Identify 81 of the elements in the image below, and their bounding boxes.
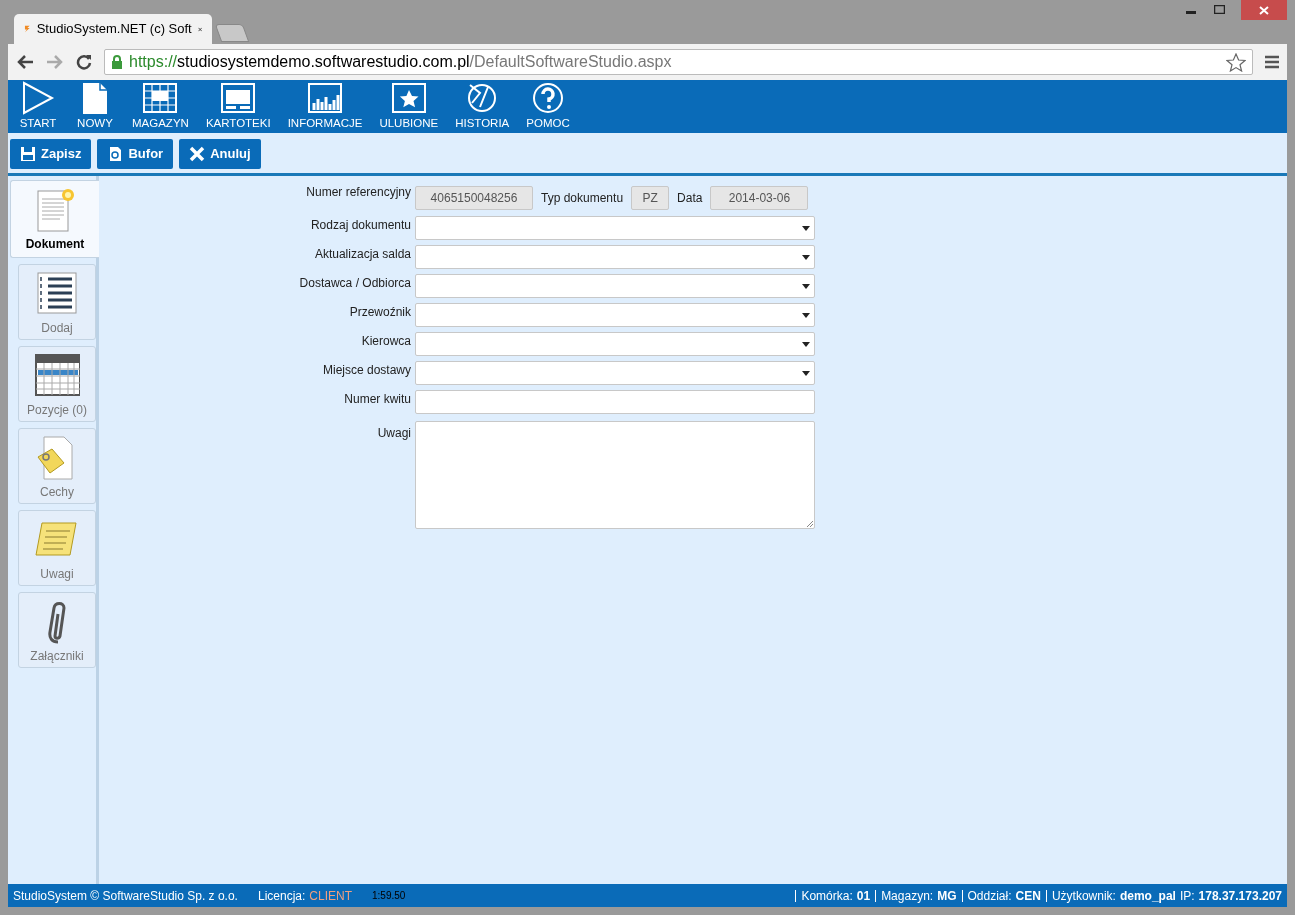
- readonly-field: PZ: [631, 186, 670, 210]
- field-label: Dostawca / Odbiorca: [298, 275, 412, 292]
- toolbar-button[interactable]: Bufor: [97, 138, 174, 169]
- status-label: Użytkownik:: [1051, 887, 1116, 905]
- resize-handle-icon[interactable]: [806, 520, 814, 528]
- dropdown-field[interactable]: [415, 216, 815, 240]
- caret-icon: [802, 283, 810, 289]
- copyright-text: StudioSystem © SoftwareStudio Sp. z o.o.: [13, 887, 238, 905]
- field-label: Data: [676, 190, 704, 207]
- paperclip-icon: [47, 599, 67, 645]
- dropdown-field[interactable]: [415, 303, 815, 327]
- field-label: Kierowca: [360, 333, 412, 350]
- calendar-grid-icon: [34, 353, 80, 399]
- status-value: 178.37.173.207: [1198, 887, 1282, 905]
- readonly-field: 2014-03-06: [710, 186, 809, 210]
- toolbar-button[interactable]: Anuluj: [179, 138, 261, 169]
- dropdown-field[interactable]: [415, 274, 815, 298]
- license-label: Licencja:: [257, 887, 306, 905]
- address-bar[interactable]: https://studiosystemdemo.softwarestudio.com.pl/DefaultSoftwareStudio.aspx: [104, 49, 1253, 75]
- sidebar-tab[interactable]: Dokument: [10, 180, 99, 258]
- readonly-field: 4065150048256: [415, 186, 533, 210]
- input-field[interactable]: [415, 390, 815, 414]
- status-value: CEN: [1015, 887, 1041, 905]
- status-value: 01: [856, 887, 871, 905]
- nav-button[interactable]: KARTOTEKI: [205, 81, 271, 130]
- nav-button[interactable]: NOWY: [75, 81, 115, 130]
- textarea-field[interactable]: [415, 421, 815, 529]
- caret-icon: [802, 370, 810, 376]
- status-label: Komórka:: [801, 887, 853, 905]
- numbered-list-icon: [34, 271, 80, 317]
- caret-icon: [802, 341, 810, 347]
- dropdown-field[interactable]: [415, 361, 815, 385]
- status-value: demo_pal: [1119, 887, 1176, 905]
- field-label: Typ dokumentu: [540, 190, 625, 207]
- sidebar-tab[interactable]: Załączniki: [18, 592, 96, 668]
- status-label: IP:: [1179, 887, 1195, 905]
- bar-chart-icon: [305, 81, 345, 115]
- document-icon: [107, 145, 124, 162]
- status-label: Oddział:: [967, 887, 1012, 905]
- field-label: Numer referencyjny: [305, 184, 412, 201]
- caret-icon: [802, 312, 810, 318]
- caret-icon: [802, 225, 810, 231]
- nav-button[interactable]: MAGAZYN: [132, 81, 189, 130]
- license-value: CLIENT: [309, 887, 352, 905]
- sidebar-tab[interactable]: Cechy: [18, 428, 96, 504]
- field-label: Przewoźnik: [348, 304, 412, 321]
- nav-button[interactable]: ULUBIONE: [379, 81, 439, 130]
- caret-icon: [802, 254, 810, 260]
- field-label: Uwagi: [376, 425, 412, 442]
- nav-button[interactable]: HISTORIA: [455, 81, 510, 130]
- back-icon[interactable]: [16, 54, 34, 70]
- field-label: Aktualizacja salda: [313, 246, 412, 263]
- dropdown-field[interactable]: [415, 332, 815, 356]
- session-timer: 1:59.50: [372, 889, 406, 903]
- lock-icon: [111, 55, 123, 69]
- sidebar-tab[interactable]: Dodaj: [18, 264, 96, 340]
- reload-icon[interactable]: [76, 54, 92, 70]
- toolbar-button[interactable]: Zapisz: [10, 138, 92, 169]
- new-tab-button[interactable]: [214, 24, 250, 42]
- nav-button[interactable]: START: [18, 81, 58, 130]
- save-icon: [20, 145, 36, 162]
- field-label: Numer kwitu: [343, 391, 412, 408]
- status-value: MG: [937, 887, 957, 905]
- close-icon: [189, 145, 206, 162]
- sidebar-tab[interactable]: Pozycje (0): [18, 346, 96, 422]
- dropdown-field[interactable]: [415, 245, 815, 269]
- browser-tab[interactable]: StudioSystem.NET (c) Soft: [14, 14, 212, 44]
- close-icon: [1259, 5, 1269, 15]
- tab-title: StudioSystem.NET (c) Soft: [36, 20, 192, 39]
- url-text: https://studiosystemdemo.softwarestudio.com.pl/DefaultSoftwareStudio.aspx: [129, 52, 672, 72]
- field-label: Miejsce dostawy: [321, 362, 412, 379]
- status-label: Magazyn:: [881, 887, 934, 905]
- nav-button[interactable]: INFORMACJE: [287, 81, 363, 130]
- nav-button[interactable]: POMOC: [526, 81, 570, 130]
- sidebar-tab[interactable]: Uwagi: [18, 510, 96, 586]
- close-window-button[interactable]: [1241, 0, 1287, 20]
- field-label: Rodzaj dokumentu: [309, 217, 412, 234]
- menu-icon[interactable]: [1265, 55, 1279, 69]
- star-icon[interactable]: [1226, 52, 1246, 72]
- maximize-icon[interactable]: [1214, 5, 1225, 14]
- forward-icon[interactable]: [46, 54, 64, 70]
